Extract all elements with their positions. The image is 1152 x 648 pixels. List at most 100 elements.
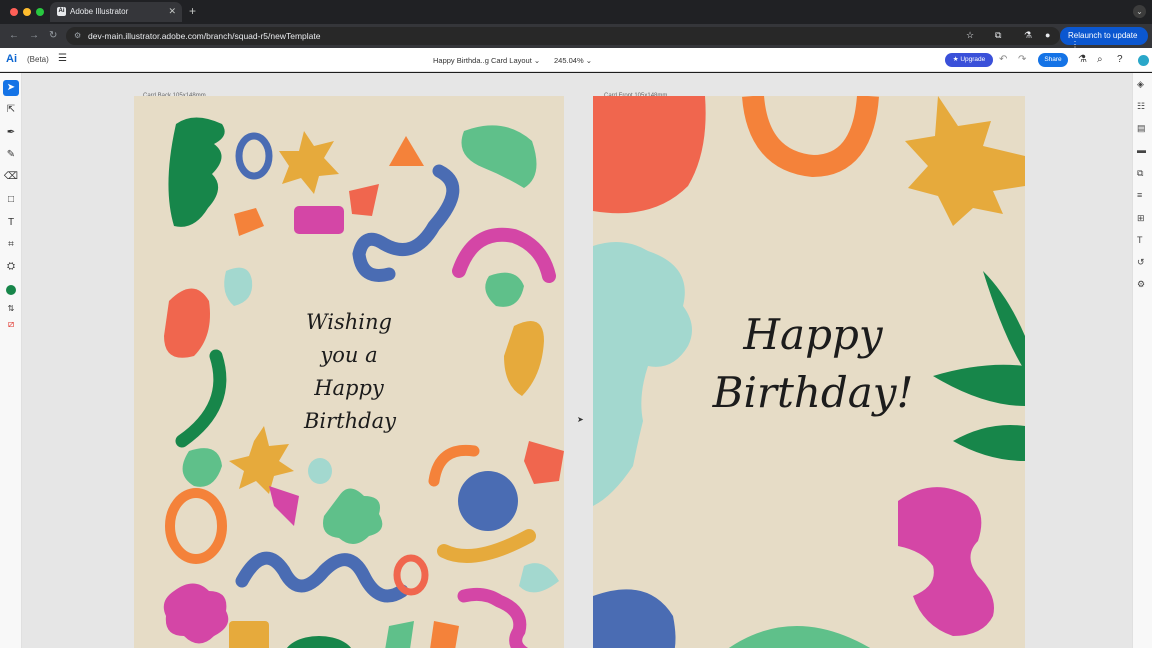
zoom-level: 245.04% (554, 56, 584, 65)
type-tool-icon[interactable]: T (3, 215, 19, 231)
profile-icon[interactable]: ● (1045, 30, 1050, 40)
red-blob-shape (164, 288, 210, 358)
green-quad-bottom-shape (385, 621, 414, 648)
app-header: Ai (Beta) ☰ Happy Birthda..g Card Layout… (0, 48, 1152, 72)
orange-arc-shape (428, 444, 480, 487)
yellow-star-bottom-shape (229, 426, 294, 494)
transform-icon[interactable]: ⊞ (1137, 213, 1145, 224)
swap-colors-icon[interactable]: ⇅ (3, 301, 19, 317)
share-button[interactable]: Share (1038, 53, 1068, 67)
forward-icon[interactable]: → (29, 30, 39, 41)
pink-quad-shape (269, 486, 299, 526)
tab-search-icon[interactable]: ⌄ (1133, 5, 1146, 18)
blue-ring-shape (235, 132, 273, 180)
crop-tool-icon[interactable]: ⌗ (3, 237, 19, 253)
undo-icon[interactable]: ↶ (999, 54, 1007, 65)
properties-panel-bar: ◈ ☷ ▤ ▬ ⧉ ≡ ⊞ T ↺ ⚙ (1132, 73, 1152, 648)
minimize-window-button[interactable] (23, 8, 31, 16)
layers-icon[interactable]: ◈ (1137, 79, 1144, 90)
maximize-window-button[interactable] (36, 8, 44, 16)
card-front-artboard[interactable]: Happy Birthday! (593, 96, 1025, 648)
selection-tool-icon[interactable]: ➤ (3, 80, 19, 96)
chevron-down-icon: ⌄ (585, 56, 592, 65)
blue-corner-shape (593, 589, 676, 648)
fill-color-icon[interactable] (3, 283, 19, 299)
avatar[interactable] (1138, 55, 1149, 66)
green-hill-shape (728, 626, 871, 648)
adjustments-icon[interactable]: ☷ (1137, 101, 1145, 112)
document-title: Happy Birthda..g Card Layout (433, 56, 532, 65)
card-back-artboard[interactable]: Wishing you a Happy Birthday (134, 96, 564, 648)
green-leaf-shape (168, 117, 225, 227)
reload-icon[interactable]: ↻ (49, 30, 57, 41)
card-front-greeting[interactable]: Happy Birthday! (703, 306, 923, 422)
site-info-icon[interactable]: ⚙ (74, 31, 81, 40)
relaunch-button[interactable]: Relaunch to update ⋮ (1060, 27, 1148, 49)
character-icon[interactable]: T (1137, 235, 1143, 245)
green-flower-shape (323, 488, 383, 545)
pathfinder-icon[interactable]: ⧉ (1137, 168, 1143, 179)
zoom-dropdown[interactable]: 245.04% ⌄ (554, 56, 592, 65)
comments-icon[interactable]: ▬ (1137, 145, 1146, 155)
redo-icon[interactable]: ↷ (1018, 54, 1026, 65)
back-icon[interactable]: ← (9, 30, 19, 41)
red-corner-shape (593, 96, 706, 214)
yellow-rect-shape (229, 621, 269, 648)
rectangle-tool-icon[interactable]: □ (3, 192, 19, 208)
new-tab-button[interactable]: + (189, 4, 196, 18)
bookmark-star-icon[interactable]: ☆ (966, 30, 974, 41)
pink-flower-shape (163, 583, 229, 644)
upgrade-button[interactable]: ★ Upgrade (945, 53, 993, 67)
card-back-line-3: Happy (314, 376, 384, 400)
pink-arch-shape (452, 227, 556, 283)
red-quad-right-shape (524, 441, 564, 484)
illustrator-logo[interactable]: Ai (6, 53, 17, 65)
upgrade-label: Upgrade (960, 56, 986, 63)
stroke-icon[interactable]: ↺ (1137, 257, 1145, 268)
address-bar[interactable]: ⚙ dev-main.illustrator.adobe.com/branch/… (66, 27, 1060, 45)
card-back-greeting[interactable]: Wishing you a Happy Birthday (304, 306, 396, 438)
green-leaf-top-shape (983, 271, 1025, 371)
yellow-star-shape (279, 131, 339, 194)
green-half-circle-shape (286, 636, 352, 648)
card-back-line-2: you a (320, 343, 378, 367)
blue-circle-shape (458, 471, 518, 531)
main-menu-icon[interactable]: ☰ (58, 53, 67, 64)
canvas[interactable]: Card Back 105x148mm Card Front 105x148mm (22, 73, 1132, 648)
eraser-tool-icon[interactable]: ⌫ (3, 169, 19, 185)
orange-triangle-shape (389, 136, 424, 166)
settings-icon[interactable]: ⚙ (1137, 279, 1145, 290)
red-ring-shape (393, 554, 429, 596)
teal-blob-shape (224, 267, 253, 306)
green-leaf-bottom-shape (953, 425, 1025, 461)
shape-builder-tool-icon[interactable]: ⛭ (3, 259, 19, 275)
direct-selection-tool-icon[interactable]: ⇱ (3, 102, 19, 118)
labs-flask-icon[interactable]: ⚗ (1078, 54, 1087, 65)
browser-tab[interactable]: Ai Adobe Illustrator ✕ (50, 2, 182, 22)
relaunch-label: Relaunch to update (1068, 31, 1138, 40)
orange-arch-shape (742, 96, 879, 178)
beta-label: (Beta) (27, 55, 49, 64)
help-icon[interactable]: ? (1117, 54, 1123, 65)
orange-ring-shape (165, 488, 227, 564)
red-quad-shape (349, 184, 379, 216)
yellow-blob-shape (504, 321, 544, 396)
pencil-tool-icon[interactable]: ✎ (3, 147, 19, 163)
pen-tool-icon[interactable]: ✒ (3, 125, 19, 141)
mouse-cursor-icon: ➤ (577, 415, 584, 424)
teal-dot-shape (308, 458, 332, 484)
libraries-icon[interactable]: ▤ (1137, 123, 1146, 134)
close-tab-icon[interactable]: ✕ (168, 6, 176, 17)
search-icon[interactable]: ⌕ (1097, 54, 1103, 65)
align-icon[interactable]: ≡ (1137, 190, 1142, 200)
labs-flask-icon[interactable]: ⚗ (1024, 30, 1032, 41)
teal-cloud-shape (593, 242, 692, 506)
green-leaf-middle-shape (933, 364, 1025, 406)
green-curve-shape (175, 349, 227, 448)
close-window-button[interactable] (10, 8, 18, 16)
document-title-dropdown[interactable]: Happy Birthda..g Card Layout ⌄ (433, 56, 540, 65)
tab-title: Adobe Illustrator (70, 7, 129, 16)
stroke-none-icon[interactable]: ⧄ (3, 317, 19, 333)
extensions-icon[interactable]: ⧉ (995, 30, 1001, 41)
browser-tab-strip: Ai Adobe Illustrator ✕ + ⌄ (0, 0, 1152, 24)
